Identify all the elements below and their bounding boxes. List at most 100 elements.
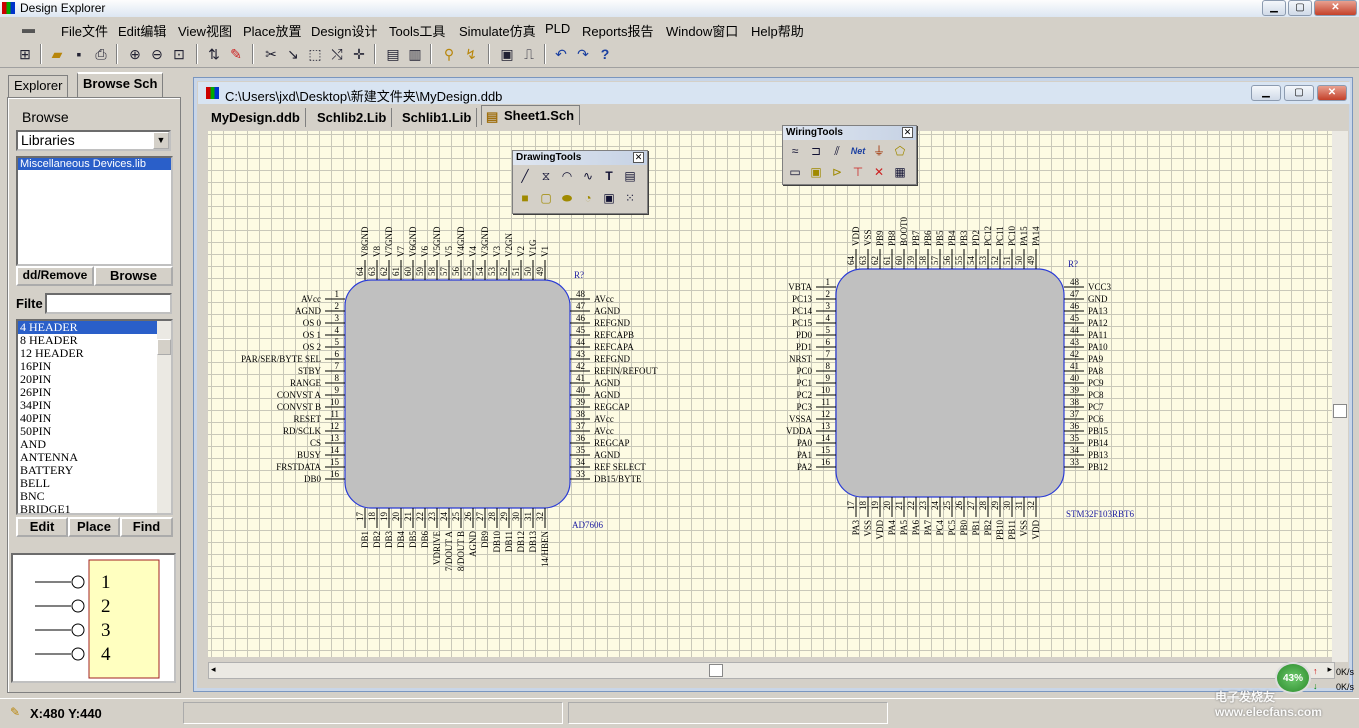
menu-simulate[interactable]: Simulate仿真	[459, 21, 536, 40]
add-remove-button[interactable]: dd/Remove	[16, 266, 94, 286]
deselect-icon[interactable]: ⤭	[328, 45, 346, 63]
arc-icon[interactable]: ◠	[557, 167, 577, 186]
tab-sheet1[interactable]: ▤ Sheet1.Sch	[481, 105, 581, 125]
polygon-icon[interactable]: ⧖	[536, 167, 556, 186]
tab-browse-sch[interactable]: Browse Sch	[77, 72, 164, 97]
junction-icon[interactable]: ⊤	[848, 163, 868, 182]
tab-explorer[interactable]: Explorer	[8, 75, 69, 97]
close-icon[interactable]: ✕	[902, 127, 913, 138]
library-list[interactable]: Miscellaneous Devices.lib	[16, 156, 173, 266]
find-button[interactable]: Find	[120, 517, 173, 537]
text-icon[interactable]: T	[599, 167, 619, 186]
ellipse-icon[interactable]: ⬬	[557, 189, 577, 208]
pin-number: 21	[894, 501, 904, 510]
hierarchy-icon[interactable]: ⇅	[205, 45, 223, 63]
design-manager-icon[interactable]: ⊞	[16, 45, 34, 63]
book-icon[interactable]: ▣	[498, 45, 516, 63]
scroll-thumb[interactable]	[157, 339, 171, 355]
menu-reports[interactable]: Reports报告	[582, 21, 654, 40]
sheet-symbol-icon[interactable]: ▣	[806, 163, 826, 182]
bezier-icon[interactable]: ∿	[578, 167, 598, 186]
save-icon[interactable]: ▪	[70, 45, 88, 63]
scroll-right-icon[interactable]: ▸	[1327, 664, 1332, 675]
zoom-in-icon[interactable]: ⊕	[126, 45, 144, 63]
pin-name: NRST	[789, 354, 813, 364]
doc-maximize-button[interactable]: ▢	[1284, 85, 1314, 101]
list-item[interactable]: BRIDGE1	[18, 503, 171, 514]
toolbar-separator	[40, 44, 42, 64]
pie-icon[interactable]: ◔	[578, 189, 598, 208]
sheet-vertical-scrollbar[interactable]	[1332, 131, 1348, 662]
paste-icon[interactable]: ↘	[284, 45, 302, 63]
drawing-tools-palette[interactable]: DrawingTools ✕ ╱ ⧖ ◠ ∿ T ▤ ■ ▢ ⬬ ◔ ▣ ⁙	[512, 150, 648, 214]
component-list-scrollbar[interactable]	[157, 321, 171, 513]
wire-icon[interactable]: ≈	[785, 142, 805, 161]
libraries-dropdown[interactable]: Libraries ▼	[16, 130, 171, 151]
scroll-thumb[interactable]	[709, 664, 723, 677]
zoom-fit-icon[interactable]: ⊡	[170, 45, 188, 63]
print-icon[interactable]: ⎙	[92, 45, 110, 63]
library-icon[interactable]: ▤	[384, 45, 402, 63]
ground-icon[interactable]: ⏚	[869, 142, 889, 161]
round-rectangle-icon[interactable]: ▢	[536, 189, 556, 208]
doc-minimize-button[interactable]: ▁	[1251, 85, 1281, 101]
menu-edit[interactable]: Edit编辑	[118, 21, 166, 40]
browse-button[interactable]: Browse	[94, 266, 173, 286]
open-icon[interactable]: ▰	[48, 45, 66, 63]
undo-icon[interactable]: ↶	[552, 45, 570, 63]
tab-schlib1[interactable]: Schlib1.Lib	[397, 108, 478, 127]
library-item[interactable]: Miscellaneous Devices.lib	[18, 158, 171, 170]
tab-schlib2[interactable]: Schlib2.Lib	[312, 108, 393, 127]
line-icon[interactable]: ╱	[515, 167, 535, 186]
rectangle-icon[interactable]: ■	[515, 189, 535, 208]
browse-library-icon[interactable]: ▥	[406, 45, 424, 63]
cross-probe-icon[interactable]: ✎	[227, 45, 245, 63]
graphic-icon[interactable]: ▣	[599, 189, 619, 208]
filter-input[interactable]	[45, 293, 172, 314]
close-icon[interactable]: ✕	[633, 152, 644, 163]
scroll-thumb[interactable]	[1333, 404, 1347, 418]
component-list[interactable]: 4 HEADER 8 HEADER 12 HEADER 16PIN 20PIN …	[16, 319, 173, 515]
menu-help[interactable]: Help帮助	[751, 21, 804, 40]
menu-view[interactable]: View视图	[178, 21, 232, 40]
bus-entry-icon[interactable]: ⫽	[827, 142, 847, 161]
move-icon[interactable]: ✛	[350, 45, 368, 63]
part-icon[interactable]: ▭	[785, 163, 805, 182]
wiring-tools-palette[interactable]: WiringTools ✕ ≈ ⊐ ⫽ Net ⏚ ⬠ ▭ ▣ ⊳ ⊤ ✕ ▦	[782, 125, 917, 185]
doc-close-button[interactable]: ✕	[1317, 85, 1347, 101]
menu-pld[interactable]: PLD	[545, 21, 570, 36]
probe-icon[interactable]: ▦	[890, 163, 910, 182]
redo-icon[interactable]: ↷	[574, 45, 592, 63]
tab-mydesign[interactable]: MyDesign.ddb	[206, 108, 306, 127]
array-icon[interactable]: ⁙	[620, 189, 640, 208]
cut-icon[interactable]: ✂	[262, 45, 280, 63]
wiring-tools-icon[interactable]: ↯	[462, 45, 480, 63]
help-icon[interactable]: ?	[596, 45, 614, 63]
sheet-horizontal-scrollbar[interactable]: ◂ ▸	[208, 662, 1335, 679]
edit-button[interactable]: Edit	[16, 517, 68, 537]
chevron-down-icon[interactable]: ▼	[153, 132, 169, 149]
menu-tools[interactable]: Tools工具	[389, 21, 445, 40]
port-icon[interactable]: ⬠	[890, 142, 910, 161]
system-menu-icon[interactable]: ▬	[22, 21, 35, 36]
place-button[interactable]: Place	[68, 517, 120, 537]
tools-icon[interactable]: ⚲	[440, 45, 458, 63]
zoom-out-icon[interactable]: ⊖	[148, 45, 166, 63]
schematic-canvas[interactable]: 1 AVcc 2 AGND 3 OS 0 4 OS 1 5 OS 2 6 PAR/SER/BYTE S…	[208, 131, 1335, 657]
select-area-icon[interactable]: ⬚	[306, 45, 324, 63]
menu-file[interactable]: File文件	[61, 21, 108, 40]
bus-icon[interactable]: ⊐	[806, 142, 826, 161]
menu-place[interactable]: Place放置	[243, 21, 302, 40]
sheet-entry-icon[interactable]: ⊳	[827, 163, 847, 182]
maximize-button[interactable]: ▢	[1288, 0, 1312, 16]
schematic-sheet[interactable]: 1 AVcc 2 AGND 3 OS 0 4 OS 1 5 OS 2 6 PAR/SER/BYTE S…	[208, 131, 1335, 657]
menu-window[interactable]: Window窗口	[666, 21, 738, 40]
text-frame-icon[interactable]: ▤	[620, 167, 640, 186]
no-erc-icon[interactable]: ✕	[869, 163, 889, 182]
scroll-left-icon[interactable]: ◂	[211, 664, 216, 675]
minimize-button[interactable]: ▁	[1262, 0, 1286, 16]
menu-design[interactable]: Design设计	[311, 21, 377, 40]
net-label-icon[interactable]: Net	[848, 142, 868, 161]
close-button[interactable]: ✕	[1314, 0, 1357, 16]
simulate-icon[interactable]: ⎍	[520, 45, 538, 63]
